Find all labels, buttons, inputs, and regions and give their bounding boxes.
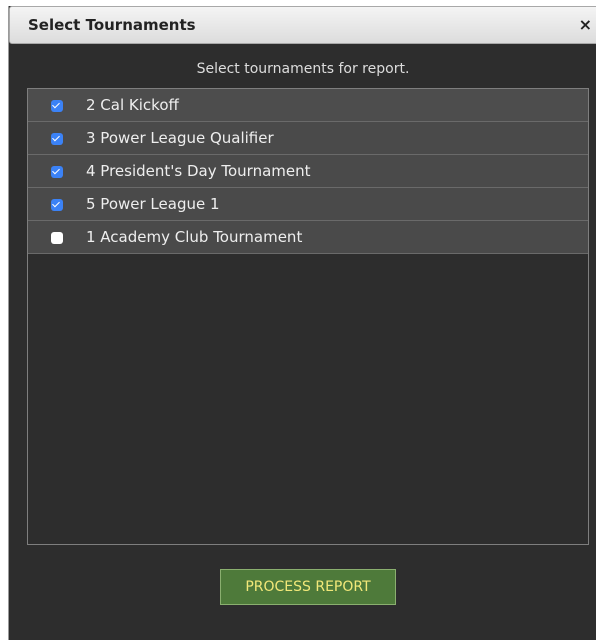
tournament-row[interactable]: 4 President's Day Tournament: [28, 155, 588, 188]
tournament-row[interactable]: 5 Power League 1: [28, 188, 588, 221]
tournament-label: 2 Cal Kickoff: [86, 96, 179, 114]
tournament-label: 3 Power League Qualifier: [86, 129, 274, 147]
tournament-checkbox[interactable]: [51, 199, 63, 211]
tournament-label: 5 Power League 1: [86, 195, 220, 213]
dialog-titlebar: Select Tournaments ×: [9, 6, 596, 44]
tournament-list: 2 Cal Kickoff 3 Power League Qualifier 4…: [27, 88, 589, 545]
close-icon[interactable]: ×: [579, 15, 592, 34]
tournament-label: 1 Academy Club Tournament: [86, 228, 303, 246]
select-tournaments-dialog: Select Tournaments × Select tournaments …: [8, 6, 596, 640]
tournament-row[interactable]: 1 Academy Club Tournament: [28, 221, 588, 254]
tournament-checkbox[interactable]: [51, 100, 63, 112]
tournament-label: 4 President's Day Tournament: [86, 162, 311, 180]
tournament-checkbox[interactable]: [51, 232, 63, 244]
tournament-row[interactable]: 2 Cal Kickoff: [28, 89, 588, 122]
process-report-button[interactable]: PROCESS REPORT: [220, 569, 396, 605]
instructions-text: Select tournaments for report.: [196, 61, 410, 77]
tournament-checkbox[interactable]: [51, 166, 63, 178]
tournament-row[interactable]: 3 Power League Qualifier: [28, 122, 588, 155]
tournament-checkbox[interactable]: [51, 133, 63, 145]
dialog-title: Select Tournaments: [28, 16, 196, 34]
